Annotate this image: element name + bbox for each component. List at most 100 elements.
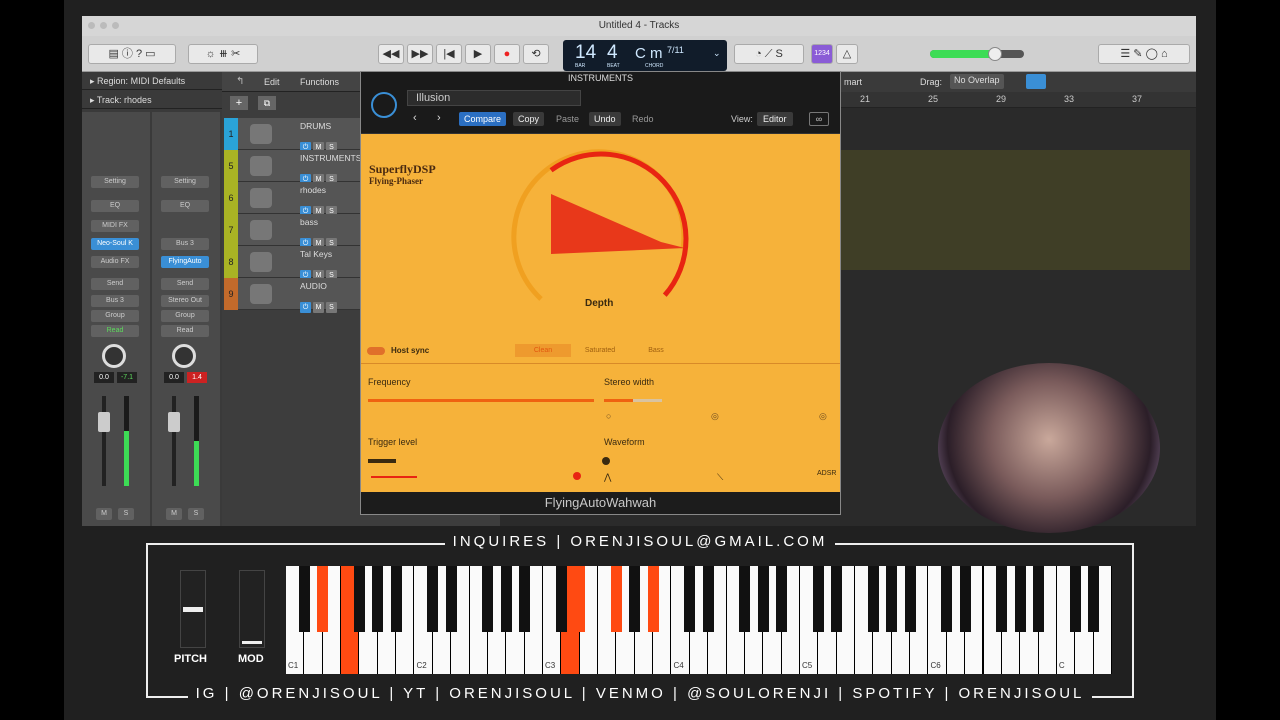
piano-keyboard[interactable]: C1 C2 C3 C4 C5 C6 C [286, 566, 1112, 674]
count-in-button[interactable]: 1234 [811, 44, 833, 64]
track-solo-button[interactable]: S [326, 302, 337, 313]
black-key[interactable] [317, 566, 329, 632]
copy-button[interactable]: Copy [513, 112, 545, 126]
black-key[interactable] [1033, 566, 1045, 632]
group-slot[interactable]: Group [161, 310, 209, 322]
waveform-selector-dot[interactable] [602, 457, 610, 465]
track-header[interactable]: 1 DRUMS ⏻ M S [224, 118, 360, 153]
track-name[interactable]: rhodes [300, 185, 326, 195]
black-key[interactable] [1014, 566, 1026, 632]
send-slot[interactable]: Send [161, 278, 209, 290]
black-key[interactable] [941, 566, 953, 632]
zoom-dot[interactable] [112, 22, 119, 29]
black-key[interactable] [445, 566, 457, 632]
black-key[interactable] [867, 566, 879, 632]
volume-fader[interactable] [102, 396, 106, 486]
mute-button[interactable]: M [96, 508, 112, 520]
track-header[interactable]: 7 bass ⏻ M S [224, 214, 360, 249]
depth-dial[interactable] [511, 144, 691, 314]
trigger-threshold-dot[interactable] [573, 472, 581, 480]
track-header[interactable]: 9 AUDIO ⏻ M S [224, 278, 360, 313]
black-key[interactable] [427, 566, 439, 632]
output-slot[interactable]: Bus 3 [91, 295, 139, 307]
power-icon[interactable] [371, 92, 397, 118]
view-menu[interactable]: Editor [757, 112, 793, 126]
track-header[interactable]: 5 INSTRUMENTS ⏻ M S [224, 150, 361, 185]
black-key[interactable] [555, 566, 567, 632]
mono-icon[interactable]: ○ [606, 411, 611, 421]
view-buttons[interactable]: ▤ ⓘ ? ▭ [88, 44, 176, 64]
midifx-slot[interactable]: MIDI FX [91, 220, 139, 232]
fader-cap[interactable] [168, 412, 180, 432]
close-dot[interactable] [88, 22, 95, 29]
back-icon[interactable]: ↰ [236, 76, 244, 87]
add-track-button[interactable]: + [230, 96, 248, 110]
region-row[interactable]: ▸ Region: MIDI Defaults [82, 72, 222, 90]
stereo-icon[interactable]: ◎ [711, 411, 719, 422]
cycle-button[interactable]: ⟲ [523, 44, 549, 64]
pitch-wheel[interactable] [180, 570, 206, 648]
redo-button[interactable]: Redo [629, 112, 657, 126]
master-volume-slider[interactable] [930, 47, 1024, 61]
black-key[interactable] [500, 566, 512, 632]
send-slot[interactable]: Send [91, 278, 139, 290]
instrument-slot[interactable]: Neo-Soul K [91, 238, 139, 250]
black-key[interactable] [886, 566, 898, 632]
track-name[interactable]: AUDIO [300, 281, 327, 291]
eq-button[interactable]: EQ [161, 200, 209, 212]
edit-menu[interactable]: Edit [264, 77, 280, 87]
black-key[interactable] [353, 566, 365, 632]
automation-mode[interactable]: Read [161, 325, 209, 337]
track-mute-button[interactable]: M [313, 302, 324, 313]
black-key[interactable] [1069, 566, 1081, 632]
track-name[interactable]: INSTRUMENTS [300, 153, 361, 163]
mode-clean[interactable]: Clean [515, 344, 571, 357]
adsr-label[interactable]: ADSR [817, 470, 836, 477]
waveform-zoom-icon[interactable] [1026, 74, 1046, 89]
compare-button[interactable]: Compare [459, 112, 507, 126]
chevron-down-icon[interactable]: ⌄ [713, 48, 721, 59]
mode-saturated[interactable]: Saturated [575, 344, 625, 357]
preset-menu[interactable]: Illusion [407, 90, 581, 106]
black-key[interactable] [996, 566, 1008, 632]
triangle-wave-icon[interactable]: ⋀ [604, 472, 611, 483]
input-slot[interactable]: Bus 3 [161, 238, 209, 250]
black-key[interactable] [647, 566, 659, 632]
play-button[interactable]: ▶ [465, 44, 491, 64]
functions-menu[interactable]: Functions [300, 77, 339, 87]
tuner-metronome-buttons[interactable]: ◔ ⟋ S [734, 44, 804, 64]
pan-knob[interactable] [102, 344, 126, 368]
black-key[interactable] [812, 566, 824, 632]
black-key[interactable] [1088, 566, 1100, 632]
black-key[interactable] [574, 566, 586, 632]
undo-button[interactable]: Undo [589, 112, 621, 126]
prev-preset-icon[interactable]: ‹ [413, 112, 417, 124]
lcd-display[interactable]: 14 4 BAR BEAT C m 7/11 CHORD ⌄ [563, 40, 727, 71]
solo-button[interactable]: S [188, 508, 204, 520]
black-key[interactable] [372, 566, 384, 632]
record-button[interactable]: ● [494, 44, 520, 64]
mute-button[interactable]: M [166, 508, 182, 520]
black-key[interactable] [610, 566, 622, 632]
forward-button[interactable]: ▶▶ [407, 44, 433, 64]
track-name[interactable]: Tal Keys [300, 249, 332, 259]
link-icon[interactable]: ∞ [809, 112, 829, 126]
black-key[interactable] [831, 566, 843, 632]
track-name[interactable]: bass [300, 217, 318, 227]
to-start-button[interactable]: |◀ [436, 44, 462, 64]
black-key[interactable] [757, 566, 769, 632]
solo-button[interactable]: S [118, 508, 134, 520]
output-slot[interactable]: Stereo Out [161, 295, 209, 307]
next-preset-icon[interactable]: › [437, 112, 441, 124]
frequency-slider[interactable] [368, 399, 594, 402]
fader-cap[interactable] [98, 412, 110, 432]
metronome-icon[interactable]: △ [836, 44, 858, 64]
drag-mode-menu[interactable]: No Overlap [950, 74, 1004, 89]
stereo-width-slider[interactable] [604, 399, 662, 402]
master-volume-thumb[interactable] [988, 47, 1002, 61]
plugin-slot[interactable]: FlyingAuto [161, 256, 209, 268]
black-key[interactable] [904, 566, 916, 632]
rewind-button[interactable]: ◀◀ [378, 44, 404, 64]
black-key[interactable] [684, 566, 696, 632]
region-lane[interactable] [840, 150, 1190, 270]
